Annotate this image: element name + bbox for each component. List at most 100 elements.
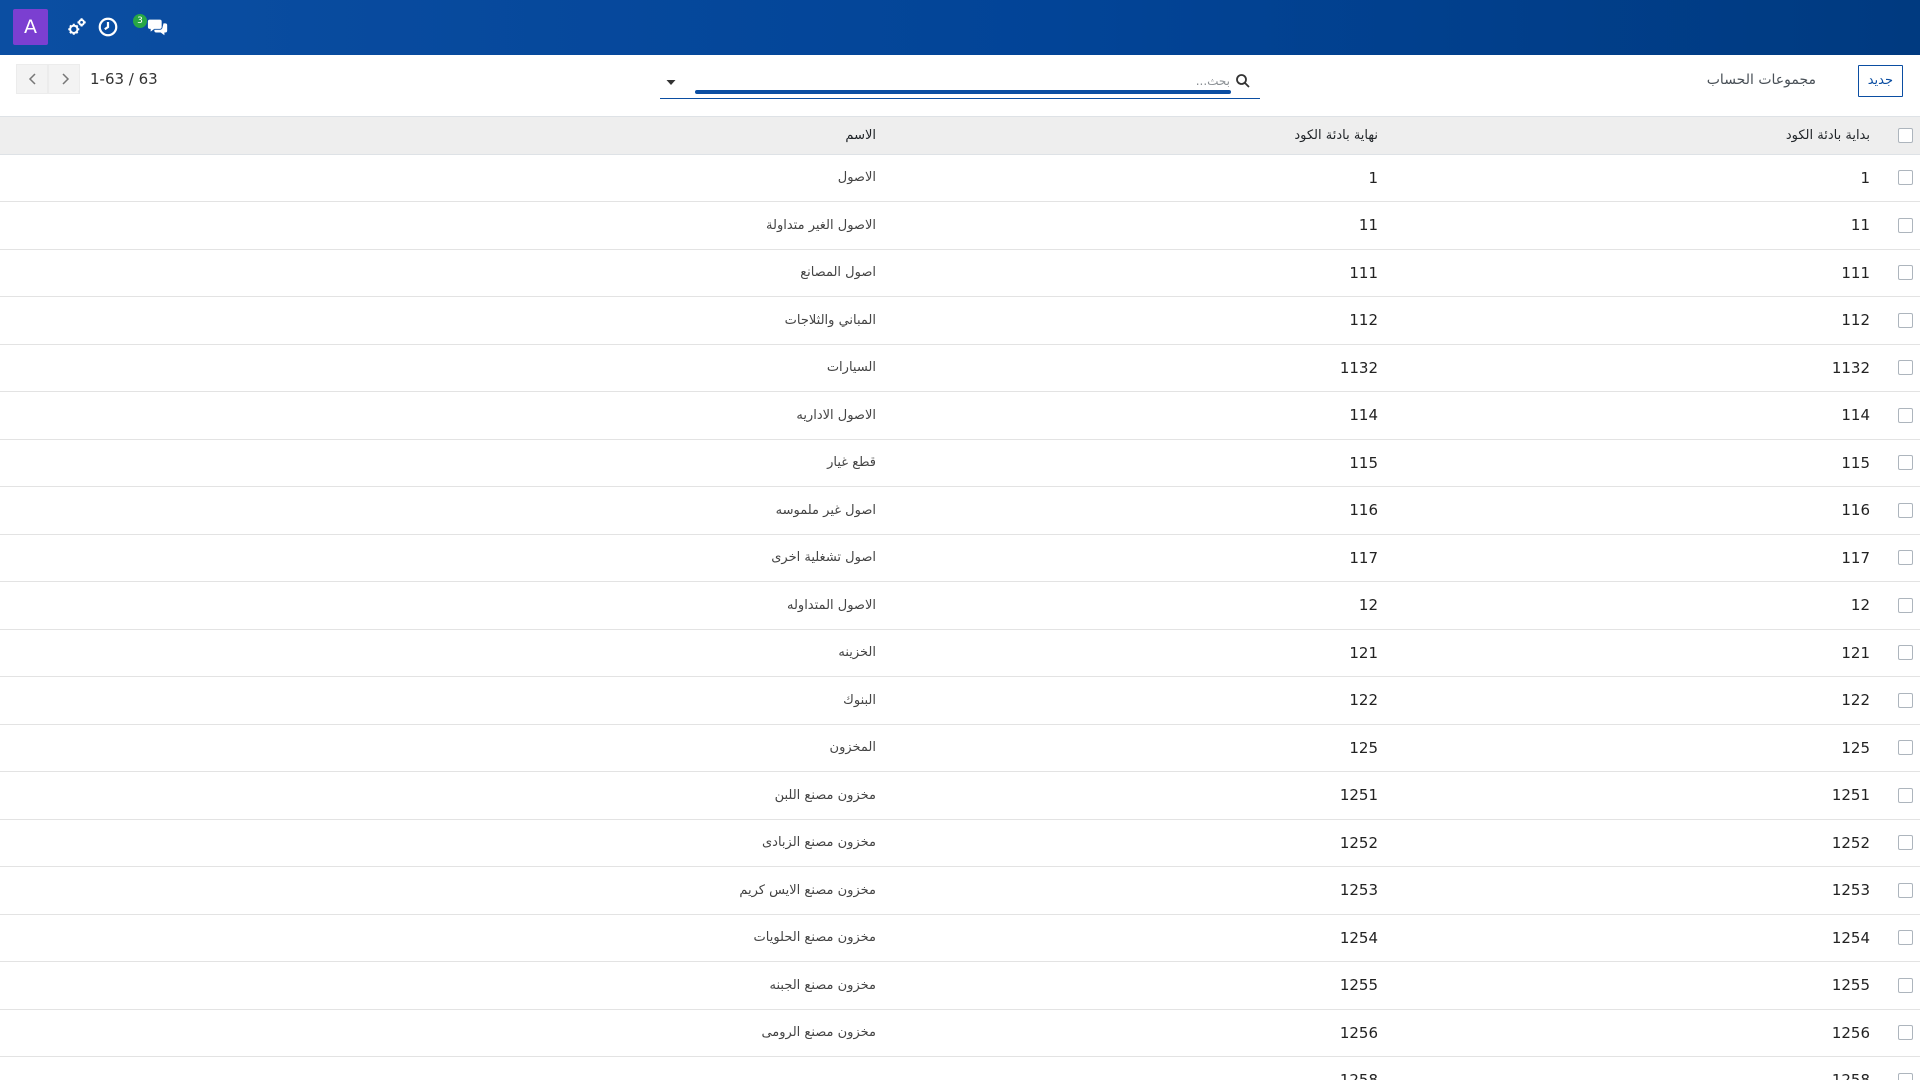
- table-row[interactable]: 1256 1256 مخزون مصنع الرومى: [0, 1009, 1920, 1057]
- account-groups-table: بداية بادئة الكود نهاية بادئة الكود الاس…: [0, 117, 1920, 1080]
- table-row[interactable]: 1252 1252 مخزون مصنع الزبادى: [0, 819, 1920, 867]
- row-checkbox[interactable]: [1898, 645, 1913, 661]
- row-checkbox[interactable]: [1898, 930, 1913, 946]
- column-header-name[interactable]: الاسم: [0, 117, 888, 155]
- row-checkbox[interactable]: [1898, 170, 1913, 186]
- cell-code-end: 1254: [888, 914, 1390, 962]
- table-row[interactable]: 11 11 الاصول الغير متداولة: [0, 201, 1920, 250]
- table-row[interactable]: 1255 1255 مخزون مصنع الجبنه: [0, 961, 1920, 1010]
- table-row[interactable]: 111 111 اصول المصانع: [0, 249, 1920, 297]
- table-row[interactable]: 114 114 الاصول الاداريه: [0, 391, 1920, 440]
- cell-code-start: 115: [1390, 439, 1882, 487]
- row-checkbox[interactable]: [1898, 217, 1913, 233]
- row-select-cell: [1882, 344, 1920, 392]
- cell-name: الخزينه: [0, 629, 888, 677]
- cell-code-start: 1132: [1390, 344, 1882, 392]
- table-header-row: بداية بادئة الكود نهاية بادئة الكود الاس…: [0, 117, 1920, 155]
- cell-code-end: 12: [888, 581, 1390, 630]
- cell-code-start: 117: [1390, 534, 1882, 582]
- cell-code-end: 1132: [888, 344, 1390, 392]
- column-header-code-end[interactable]: نهاية بادئة الكود: [888, 117, 1390, 155]
- cell-code-end: 11: [888, 201, 1390, 250]
- row-checkbox[interactable]: [1898, 265, 1913, 281]
- control-panel: جديد مجموعات الحساب 1-63 / 63: [0, 55, 1920, 117]
- search-icon[interactable]: [1235, 73, 1251, 89]
- cell-name: البنوك: [0, 676, 888, 725]
- table-row[interactable]: 116 116 اصول غير ملموسه: [0, 486, 1920, 535]
- table-row[interactable]: 117 117 اصول تشغلية اخرى: [0, 534, 1920, 582]
- search-focus-underline: [695, 90, 1231, 94]
- settings-debug-icon[interactable]: [66, 16, 88, 38]
- cell-code-start: 1254: [1390, 914, 1882, 962]
- row-checkbox[interactable]: [1898, 1025, 1913, 1041]
- select-all-checkbox[interactable]: [1898, 127, 1913, 143]
- cell-code-start: 125: [1390, 724, 1882, 772]
- caret-down-icon[interactable]: [664, 74, 678, 88]
- pager-next-button[interactable]: [48, 64, 80, 94]
- cell-name: الاصول: [0, 154, 888, 202]
- row-checkbox[interactable]: [1898, 787, 1913, 803]
- cell-name: الاصول الاداريه: [0, 391, 888, 440]
- cell-name: اصول المصانع: [0, 249, 888, 297]
- cell-code-start: 12: [1390, 581, 1882, 630]
- comments-icon[interactable]: [146, 16, 170, 38]
- table-row[interactable]: 121 121 الخزينه: [0, 629, 1920, 677]
- cell-name: اصول تشغلية اخرى: [0, 534, 888, 582]
- messages-count-badge: 3: [133, 14, 147, 28]
- row-select-cell: [1882, 1056, 1920, 1080]
- cell-code-end: 116: [888, 486, 1390, 535]
- table-row[interactable]: 1254 1254 مخزون مصنع الحلويات: [0, 914, 1920, 962]
- row-checkbox[interactable]: [1898, 597, 1913, 613]
- row-checkbox[interactable]: [1898, 1072, 1913, 1080]
- table-row[interactable]: 12581258: [0, 1056, 1920, 1080]
- search-bar: [660, 67, 1260, 99]
- row-checkbox[interactable]: [1898, 550, 1913, 566]
- row-checkbox[interactable]: [1898, 455, 1913, 471]
- cell-code-end: 122: [888, 676, 1390, 725]
- table-row[interactable]: 1253 1253 مخزون مصنع الايس كريم: [0, 866, 1920, 915]
- table-row[interactable]: 115 115 قطع غيار: [0, 439, 1920, 487]
- column-header-code-start[interactable]: بداية بادئة الكود: [1390, 117, 1882, 155]
- cell-code-end: 1251: [888, 771, 1390, 820]
- cell-code-start: 1258: [1390, 1056, 1882, 1080]
- table-row[interactable]: 1251 1251 مخزون مصنع اللبن: [0, 771, 1920, 820]
- table-row[interactable]: 122 122 البنوك: [0, 676, 1920, 725]
- row-select-cell: [1882, 581, 1920, 630]
- row-checkbox[interactable]: [1898, 740, 1913, 756]
- cell-name: مخزون مصنع اللبن: [0, 771, 888, 820]
- table-row[interactable]: 12 12 الاصول المتداوله: [0, 581, 1920, 630]
- cell-code-start: 114: [1390, 391, 1882, 440]
- row-select-cell: [1882, 486, 1920, 535]
- row-checkbox[interactable]: [1898, 312, 1913, 328]
- new-button[interactable]: جديد: [1857, 65, 1903, 97]
- cell-code-end: 112: [888, 296, 1390, 345]
- row-select-cell: [1882, 866, 1920, 915]
- cell-code-end: 1258: [888, 1056, 1390, 1080]
- row-checkbox[interactable]: [1898, 502, 1913, 518]
- row-checkbox[interactable]: [1898, 360, 1913, 376]
- cell-code-end: 1252: [888, 819, 1390, 867]
- row-checkbox[interactable]: [1898, 835, 1913, 851]
- row-checkbox[interactable]: [1898, 407, 1913, 423]
- table-row[interactable]: 125 125 المخزون: [0, 724, 1920, 772]
- clock-icon[interactable]: [97, 16, 119, 38]
- cell-code-start: 111: [1390, 249, 1882, 297]
- cell-name: مخزون مصنع الزبادى: [0, 819, 888, 867]
- search-input[interactable]: [690, 71, 1230, 91]
- user-avatar[interactable]: A: [13, 9, 48, 45]
- table-row[interactable]: 1 1 الاصول: [0, 154, 1920, 202]
- row-select-cell: [1882, 296, 1920, 345]
- table-row[interactable]: 1132 1132 السيارات: [0, 344, 1920, 392]
- cell-name: الاصول المتداوله: [0, 581, 888, 630]
- cell-code-start: 112: [1390, 296, 1882, 345]
- pager-previous-button[interactable]: [16, 64, 48, 94]
- row-checkbox[interactable]: [1898, 882, 1913, 898]
- row-checkbox[interactable]: [1898, 977, 1913, 993]
- pager-value[interactable]: 1-63 / 63: [90, 70, 158, 88]
- row-checkbox[interactable]: [1898, 692, 1913, 708]
- row-select-cell: [1882, 724, 1920, 772]
- table-row[interactable]: 112 112 المباني والثلاجات: [0, 296, 1920, 345]
- row-select-cell: [1882, 1009, 1920, 1057]
- row-select-cell: [1882, 819, 1920, 867]
- cell-code-start: 1: [1390, 154, 1882, 202]
